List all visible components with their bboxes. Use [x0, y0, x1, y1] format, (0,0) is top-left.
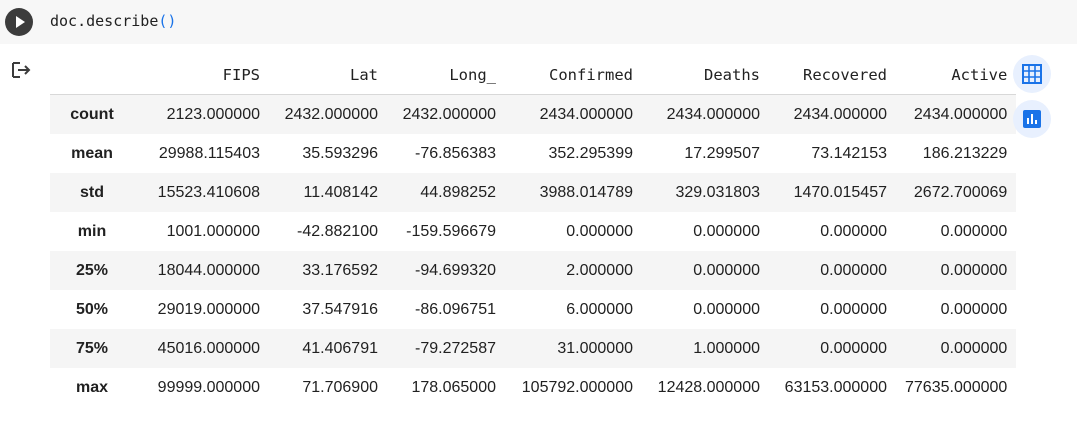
table-cell: -159.596679	[406, 222, 496, 240]
column-header: Confirmed	[505, 56, 642, 95]
table-cell: 31.000000	[557, 339, 633, 357]
table-cell: 1470.015457	[793, 183, 887, 201]
table-cell: 18044.000000	[157, 261, 260, 279]
table-cell: 15523.410608	[157, 183, 260, 201]
table-row: 50% 29019.000000 37.547916 -86.096751 6.0000…	[50, 290, 1017, 329]
table-cell: 71.706900	[302, 378, 378, 396]
table-cell: 29019.000000	[157, 300, 260, 318]
table-cell: 0.000000	[940, 261, 1008, 279]
table-row: 75% 45016.000000 41.406791 -79.272587 31.000…	[50, 329, 1017, 368]
table-cell: 0.000000	[820, 300, 887, 318]
table-cell: 73.142153	[811, 144, 887, 162]
table-cell: 2434.000000	[913, 105, 1008, 123]
code-parens: ()	[158, 12, 177, 30]
table-row: 25% 18044.000000 33.176592 -94.699320 2.0000…	[50, 251, 1017, 290]
table-cell: 6.000000	[566, 300, 633, 318]
table-cell: 2432.000000	[284, 105, 378, 123]
row-label: min	[77, 222, 107, 240]
table-cell: 0.000000	[820, 222, 887, 240]
column-header: Deaths	[642, 56, 769, 95]
table-cell: 0.000000	[693, 222, 760, 240]
table-cell: 1001.000000	[166, 222, 260, 240]
suggest-chart-button[interactable]	[1013, 100, 1051, 138]
table-cell: 329.031803	[675, 183, 760, 201]
table-cell: -42.882100	[297, 222, 378, 240]
run-cell-button[interactable]	[5, 8, 33, 36]
table-cell: 2434.000000	[539, 105, 633, 123]
table-cell: 63153.000000	[784, 378, 887, 396]
table-cell: 0.000000	[820, 261, 887, 279]
row-label: 50%	[75, 300, 109, 318]
table-row: max 99999.000000 71.706900 178.065000 105792…	[50, 368, 1017, 407]
table-cell: 2123.000000	[166, 105, 260, 123]
row-label: std	[80, 183, 104, 201]
table-cell: 0.000000	[940, 222, 1008, 240]
table-cell: 37.547916	[302, 300, 378, 318]
table-cell: 99999.000000	[157, 378, 260, 396]
table-cell: 3988.014789	[539, 183, 633, 201]
table-row: mean 29988.115403 35.593296 -76.856383 352.2…	[50, 134, 1017, 173]
play-icon	[16, 16, 25, 28]
table-row: min 1001.000000 -42.882100 -159.596679 0.000…	[50, 212, 1017, 251]
table-cell: 44.898252	[420, 183, 496, 201]
column-header: FIPS	[134, 56, 269, 95]
table-cell: 45016.000000	[157, 339, 260, 357]
table-cell: 2672.700069	[913, 183, 1008, 201]
table-cell: -76.856383	[415, 144, 496, 162]
index-header	[50, 56, 134, 95]
table-cell: 1.000000	[693, 339, 760, 357]
table-cell: 0.000000	[566, 222, 633, 240]
table-icon	[1022, 64, 1042, 84]
table-cell: 2432.000000	[402, 105, 496, 123]
table-cell: 0.000000	[940, 339, 1008, 357]
row-label: count	[70, 105, 114, 123]
table-cell: 186.213229	[922, 144, 1008, 162]
column-header: Recovered	[769, 56, 896, 95]
row-label: 75%	[75, 339, 109, 357]
table-header-row: FIPS Lat Long_ Confirmed Deaths Recovere…	[50, 56, 1017, 95]
table-cell: 178.065000	[411, 378, 496, 396]
table-cell: 105792.000000	[521, 378, 633, 396]
table-cell: 12428.000000	[657, 378, 760, 396]
table-cell: 17.299507	[684, 144, 760, 162]
table-view-button[interactable]	[1013, 55, 1051, 93]
table-cell: 0.000000	[693, 261, 760, 279]
output-redirect-icon	[10, 60, 32, 80]
code-editor[interactable]: doc.describe()	[50, 10, 176, 32]
column-header: Lat	[269, 56, 387, 95]
describe-output-table: FIPS Lat Long_ Confirmed Deaths Recovere…	[50, 56, 1017, 407]
table-cell: 0.000000	[693, 300, 760, 318]
row-label: 25%	[75, 261, 109, 279]
column-header: Long_	[387, 56, 505, 95]
table-cell: 352.295399	[548, 144, 633, 162]
table-cell: 35.593296	[302, 144, 378, 162]
table-row: count 2123.000000 2432.000000 2432.000000 24…	[50, 94, 1017, 134]
table-row: std 15523.410608 11.408142 44.898252 3988.01…	[50, 173, 1017, 212]
table-cell: 2.000000	[566, 261, 633, 279]
table-cell: 41.406791	[302, 339, 378, 357]
row-label: mean	[71, 144, 113, 162]
table-cell: 11.408142	[303, 183, 378, 201]
bar-chart-icon	[1023, 110, 1041, 128]
row-label: max	[75, 378, 109, 396]
table-cell: 77635.000000	[905, 378, 1008, 396]
table-cell: 2434.000000	[666, 105, 760, 123]
table-cell: 0.000000	[820, 339, 887, 357]
code-text: doc.describe	[50, 12, 159, 30]
column-header: Active	[896, 56, 1017, 95]
table-cell: 29988.115403	[158, 144, 260, 162]
table-cell: 2434.000000	[793, 105, 887, 123]
table-cell: 0.000000	[940, 300, 1008, 318]
table-cell: -79.272587	[415, 339, 496, 357]
table-cell: 33.176592	[302, 261, 378, 279]
code-cell-input[interactable]: doc.describe()	[0, 0, 1077, 44]
table-cell: -86.096751	[415, 300, 496, 318]
table-cell: -94.699320	[415, 261, 496, 279]
